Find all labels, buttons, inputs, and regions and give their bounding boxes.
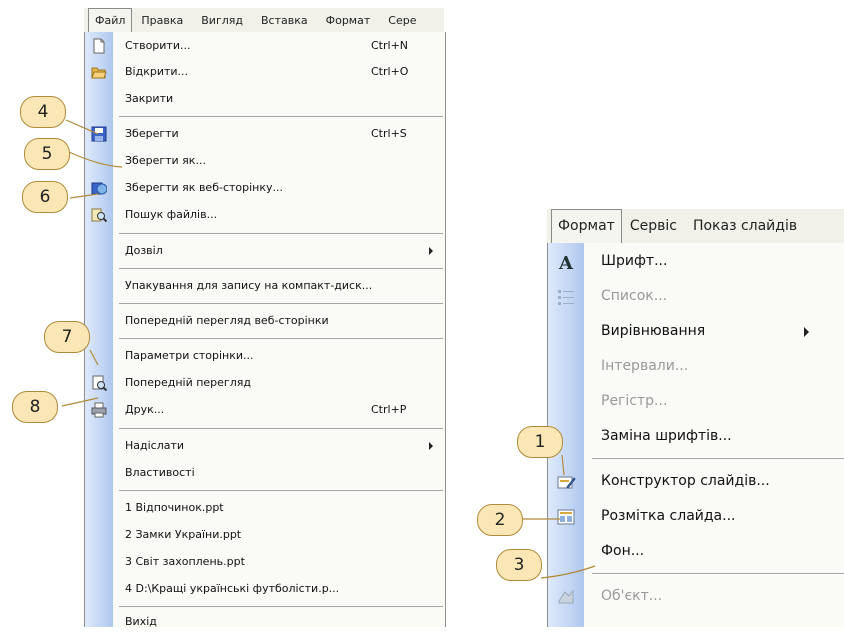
leader-line-6 bbox=[69, 193, 99, 199]
callout-4: 4 bbox=[20, 96, 66, 128]
leader-line-5 bbox=[68, 151, 123, 168]
callout-8: 8 bbox=[12, 391, 58, 423]
callout-2: 2 bbox=[477, 504, 523, 536]
leader-line-8 bbox=[61, 397, 99, 407]
callout-5: 5 bbox=[24, 138, 70, 170]
callout-7: 7 bbox=[44, 321, 90, 353]
leader-line-4 bbox=[65, 119, 99, 135]
callout-1: 1 bbox=[517, 426, 563, 458]
callout-leader-lines bbox=[61, 119, 596, 579]
callout-3: 3 bbox=[496, 549, 542, 581]
callout-6: 6 bbox=[22, 181, 68, 213]
leader-line-1 bbox=[561, 454, 565, 476]
leader-line-3 bbox=[540, 565, 596, 579]
leader-line-7 bbox=[89, 349, 99, 366]
